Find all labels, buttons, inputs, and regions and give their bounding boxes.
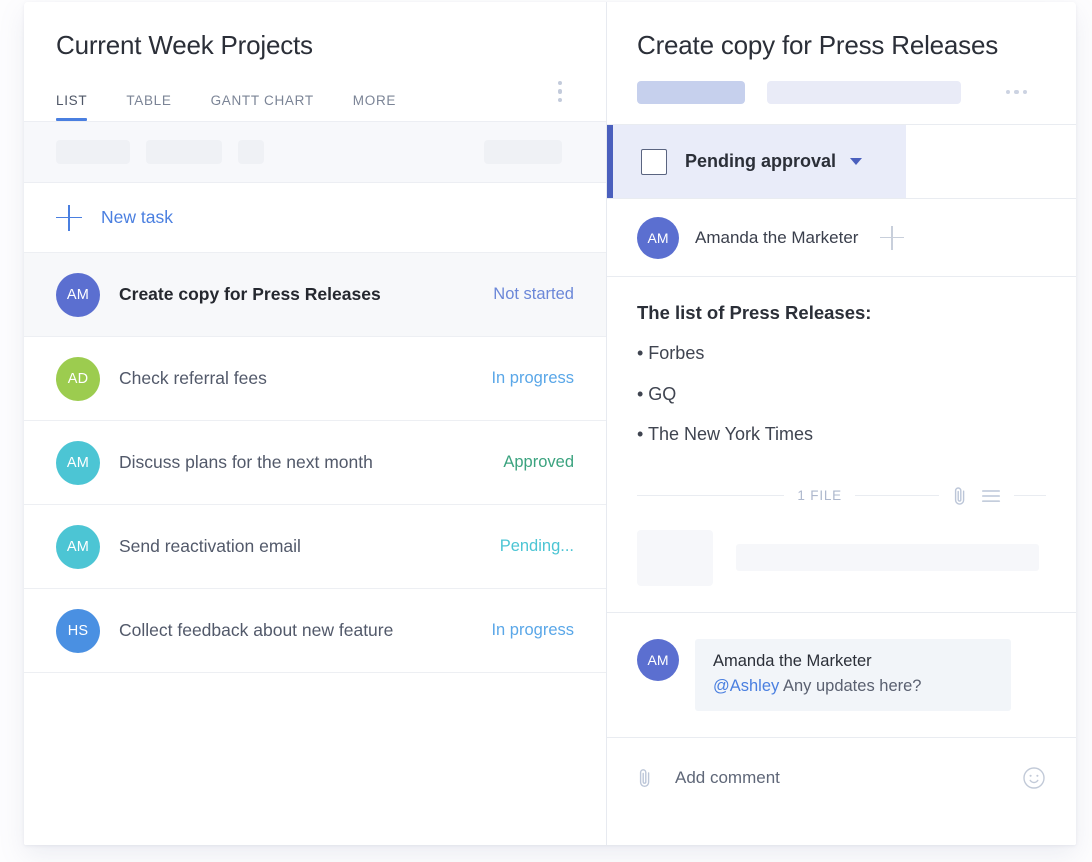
project-list-header: Current Week Projects LIST TABLE GANTT C… <box>24 2 606 121</box>
project-list-panel: Current Week Projects LIST TABLE GANTT C… <box>24 2 607 845</box>
list-view-icon[interactable] <box>981 489 1001 503</box>
assignee-name: Amanda the Marketer <box>695 228 858 248</box>
status-badge[interactable]: In progress <box>491 621 574 640</box>
file-attachment-item[interactable] <box>607 508 1076 613</box>
mention-link[interactable]: @Ashley <box>713 677 779 695</box>
tab-table[interactable]: TABLE <box>126 93 171 121</box>
add-assignee-icon[interactable] <box>880 226 904 250</box>
meta-placeholder-secondary[interactable] <box>767 81 961 104</box>
table-row[interactable]: AD Check referral fees In progress <box>24 337 606 421</box>
tab-list[interactable]: LIST <box>56 93 87 121</box>
status-badge[interactable]: In progress <box>491 369 574 388</box>
new-task-label: New task <box>101 207 173 228</box>
filter-placeholder-1[interactable] <box>56 140 130 164</box>
task-list: AM Create copy for Press Releases Not st… <box>24 253 606 673</box>
comment-text: @Ashley Any updates here? <box>713 676 993 697</box>
table-row[interactable]: HS Collect feedback about new feature In… <box>24 589 606 673</box>
task-title: Create copy for Press Releases <box>119 284 493 305</box>
avatar: AM <box>56 441 100 485</box>
emoji-icon[interactable] <box>1022 766 1046 790</box>
kebab-dot <box>558 89 563 94</box>
comment-body: Any updates here? <box>779 677 921 695</box>
meta-placeholder-primary[interactable] <box>637 81 745 104</box>
filter-placeholder-2[interactable] <box>146 140 222 164</box>
avatar: AM <box>637 639 679 681</box>
chevron-down-icon[interactable] <box>850 158 862 165</box>
avatar: AM <box>637 217 679 259</box>
attachment-icon[interactable] <box>952 486 968 506</box>
task-meta-row <box>637 79 1046 105</box>
task-description: The list of Press Releases: • Forbes • G… <box>607 277 1076 470</box>
page-title: Current Week Projects <box>56 30 574 61</box>
plus-icon <box>56 205 82 231</box>
more-options-icon[interactable] <box>555 78 566 106</box>
file-section-divider: 1 FILE <box>637 484 1046 508</box>
avatar: AD <box>56 357 100 401</box>
detail-more-options-icon[interactable] <box>1002 86 1032 99</box>
add-comment-input[interactable]: Add comment <box>675 768 780 788</box>
app-root: Current Week Projects LIST TABLE GANTT C… <box>0 0 1092 862</box>
kebab-dot <box>558 98 563 103</box>
kebab-dot <box>1014 90 1019 95</box>
new-task-button[interactable]: New task <box>24 183 606 253</box>
task-detail-panel: Create copy for Press Releases Pending a… <box>607 2 1076 845</box>
divider-line <box>1014 495 1046 496</box>
attachment-icon[interactable] <box>637 767 653 789</box>
task-title: Discuss plans for the next month <box>119 452 503 473</box>
approval-status-label: Pending approval <box>685 151 836 172</box>
filter-toolbar <box>24 121 606 183</box>
table-row[interactable]: AM Discuss plans for the next month Appr… <box>24 421 606 505</box>
task-title: Collect feedback about new feature <box>119 620 491 641</box>
table-row[interactable]: AM Create copy for Press Releases Not st… <box>24 253 606 337</box>
divider-line <box>855 495 939 496</box>
avatar: AM <box>56 273 100 317</box>
table-row[interactable]: AM Send reactivation email Pending... <box>24 505 606 589</box>
file-thumbnail <box>637 530 713 586</box>
filter-placeholder-4[interactable] <box>484 140 562 164</box>
status-badge[interactable]: Pending... <box>500 537 574 556</box>
avatar: AM <box>56 525 100 569</box>
description-heading: The list of Press Releases: <box>637 302 1046 324</box>
approval-checkbox[interactable] <box>641 149 667 175</box>
divider-line <box>637 495 784 496</box>
avatar: HS <box>56 609 100 653</box>
filter-placeholder-3[interactable] <box>238 140 264 164</box>
tab-more[interactable]: MORE <box>353 93 396 121</box>
status-badge[interactable]: Not started <box>493 285 574 304</box>
kebab-dot <box>1006 90 1011 95</box>
file-count-label: 1 FILE <box>797 488 842 503</box>
comment-item: AM Amanda the Marketer @Ashley Any updat… <box>607 613 1076 739</box>
kebab-dot <box>558 81 563 86</box>
status-badge[interactable]: Approved <box>503 453 574 472</box>
tab-gantt-chart[interactable]: GANTT CHART <box>211 93 314 121</box>
task-title: Check referral fees <box>119 368 491 389</box>
add-comment-bar[interactable]: Add comment <box>607 738 1076 818</box>
description-item: • The New York Times <box>637 423 1046 446</box>
kebab-dot <box>1023 90 1028 95</box>
description-item: • GQ <box>637 383 1046 406</box>
approval-status-row: Pending approval <box>607 125 1076 199</box>
approval-status-control[interactable]: Pending approval <box>607 125 906 198</box>
comment-bubble: Amanda the Marketer @Ashley Any updates … <box>695 639 1011 712</box>
task-detail-title: Create copy for Press Releases <box>637 30 1046 61</box>
comment-author: Amanda the Marketer <box>713 652 993 671</box>
description-item: • Forbes <box>637 342 1046 365</box>
assignee-row: AM Amanda the Marketer <box>607 199 1076 277</box>
file-meta-placeholder <box>736 544 1039 571</box>
view-tabs: LIST TABLE GANTT CHART MORE <box>56 83 574 121</box>
task-detail-header: Create copy for Press Releases <box>607 2 1076 105</box>
task-title: Send reactivation email <box>119 536 500 557</box>
task-board-card: Current Week Projects LIST TABLE GANTT C… <box>24 2 1076 845</box>
